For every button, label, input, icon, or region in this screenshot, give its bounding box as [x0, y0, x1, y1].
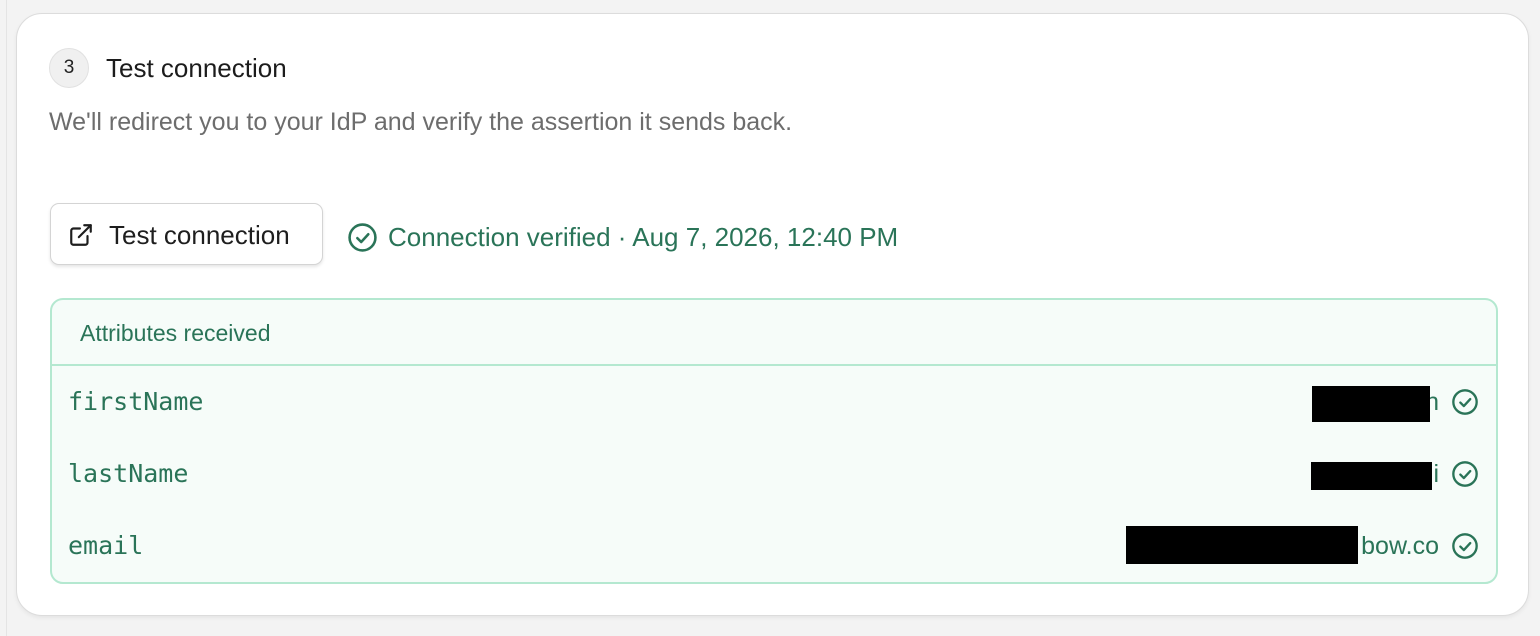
external-link-icon — [70, 224, 92, 246]
attributes-header: Attributes received — [52, 300, 1496, 366]
attribute-key: firstName — [68, 387, 204, 416]
connection-status-text: Connection verified · Aug 7, 2026, 12:40… — [388, 222, 899, 252]
test-connection-button-label: Test connection — [109, 220, 290, 250]
test-connection-button[interactable]: Test connection — [50, 203, 323, 265]
attribute-value: i — [1433, 460, 1439, 488]
check-circle-icon — [1452, 533, 1478, 559]
attribute-key: email — [68, 531, 144, 560]
attribute-row: email bow.co — [52, 510, 1496, 582]
redaction-bar — [1126, 526, 1358, 564]
check-circle-icon — [1452, 389, 1478, 415]
attribute-row: firstName n — [52, 366, 1496, 438]
redaction-bar — [1311, 462, 1432, 490]
attributes-title: Attributes received — [80, 320, 271, 346]
connection-status: Connection verified · Aug 7, 2026, 12:40… — [347, 220, 898, 254]
attribute-value: bow.co — [1361, 532, 1439, 560]
check-circle-icon — [1452, 461, 1478, 487]
redaction-bar — [1312, 386, 1430, 422]
test-connection-card: 3 Test connection We'll redirect you to … — [16, 13, 1529, 616]
check-circle-icon — [348, 222, 377, 252]
step-description: We'll redirect you to your IdP and verif… — [49, 108, 793, 136]
step-title: Test connection — [106, 53, 287, 83]
attribute-key: lastName — [68, 459, 189, 488]
attribute-row: lastName i — [52, 438, 1496, 510]
attributes-panel: Attributes received firstName n lastName… — [50, 298, 1498, 584]
page-divider — [6, 0, 7, 636]
step-number-badge: 3 — [49, 48, 89, 88]
